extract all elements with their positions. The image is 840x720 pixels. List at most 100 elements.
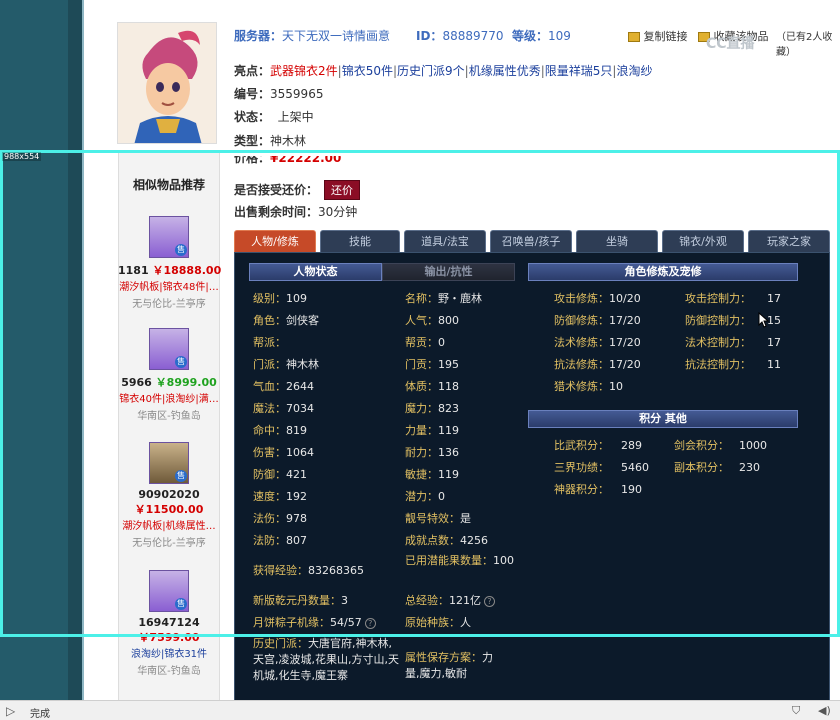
stat-zongzi: 月饼粽子机缘：54/57? xyxy=(253,614,376,630)
cult-hunting: 猎术修炼：10 xyxy=(554,380,623,393)
similar-item[interactable]: 售 1181 ￥18888.00 潮汐帆板|锦衣48件|… 无与伦比-兰亭序 xyxy=(118,216,221,310)
status-text: 完成 xyxy=(30,709,50,720)
stat-speed: 速度：192 xyxy=(253,490,307,503)
cult-defense: 防御修炼：17/20 xyxy=(554,314,641,327)
similar-item[interactable]: 售 90902020 ￥11500.00 潮汐帆板|机缘属性… 无与伦比-兰亭序 xyxy=(118,442,220,549)
tab-mounts[interactable]: 坐骑 xyxy=(576,230,658,252)
stat-role: 角色：剑侠客 xyxy=(253,314,319,327)
stat-defense: 防御：421 xyxy=(253,468,307,481)
mouse-cursor xyxy=(758,311,770,331)
character-portrait xyxy=(117,22,217,144)
similar-item[interactable]: 售 16947124 ￥7599.00 浪淘纱|锦衣31件 华南区-钓鱼岛 xyxy=(118,570,220,677)
code-row: 编号：3559965 xyxy=(234,87,324,101)
highlight-link[interactable]: 机缘属性优秀 xyxy=(469,64,541,78)
bargain-row: 是否接受还价： 还价 xyxy=(234,180,361,200)
copy-link[interactable]: 复制链接 xyxy=(628,28,688,44)
cult-magic-control: 法术控制力： 17 xyxy=(685,336,781,349)
stat-school: 门派：神木林 xyxy=(253,358,319,371)
stat-guild-contribution: 帮贡：0 xyxy=(405,336,445,349)
stat-history-schools: 历史门派：大唐官府,神木林,天宫,凌波城,花果山,方寸山,天机城,化生寺,魔王寨 xyxy=(253,637,399,682)
points-artifact: 神器积分： 190 xyxy=(554,483,642,496)
detail-tabs: 人物/修炼 技能 道具/法宝 召唤兽/孩子 坐骑 锦衣/外观 玩家之家 xyxy=(234,230,830,252)
stat-magic-defense: 法防：807 xyxy=(253,534,307,547)
stat-constitution: 体质：118 xyxy=(405,380,459,393)
help-icon[interactable]: ? xyxy=(484,595,495,607)
stat-magic-damage: 法伤：978 xyxy=(253,512,307,525)
highlights-row: 亮点：武器锦衣2件|锦衣50件|历史门派9个|机缘属性优秀|限量祥瑞5只|浪淘纱 xyxy=(234,64,653,78)
stat-name: 名称：野・鹿林 xyxy=(405,292,482,305)
cult-resist: 抗法修炼：17/20 xyxy=(554,358,641,371)
points-dungeon: 副本积分： 230 xyxy=(674,461,760,474)
highlight-link[interactable]: 限量祥瑞5只 xyxy=(545,64,613,78)
similar-item-thumbnail[interactable]: 售 xyxy=(149,570,189,612)
bargain-button[interactable]: 还价 xyxy=(324,180,361,200)
stat-mp: 魔法：7034 xyxy=(253,402,314,415)
stat-school-contribution: 门贡：195 xyxy=(405,358,459,371)
price-row: 价格：¥22222.00 xyxy=(234,156,342,164)
tab-outfits[interactable]: 锦衣/外观 xyxy=(662,230,744,252)
similar-title: 相似物品推荐 xyxy=(132,178,205,192)
cult-attack: 攻击修炼：10/20 xyxy=(554,292,641,305)
shield-icon[interactable]: ⛉ xyxy=(792,704,800,718)
similar-item-thumbnail[interactable]: 售 xyxy=(149,442,189,484)
points-merit: 三界功绩： 5460 xyxy=(554,461,649,474)
section-char-status[interactable]: 人物状态 xyxy=(249,263,382,281)
section-points: 积分 其他 xyxy=(528,410,798,428)
cult-magic: 法术修炼：17/20 xyxy=(554,336,641,349)
capture-size-label: 988x554 xyxy=(2,152,42,161)
section-output-resist[interactable]: 输出/抗性 xyxy=(382,263,515,281)
sell-badge: 售 xyxy=(175,470,187,482)
sell-badge: 售 xyxy=(175,356,187,368)
play-icon[interactable]: ▷ xyxy=(6,704,15,718)
highlight-link[interactable]: 锦衣50件 xyxy=(342,64,393,78)
highlight-link[interactable]: 武器锦衣2件 xyxy=(270,64,338,78)
speaker-icon[interactable]: ◀) xyxy=(818,704,831,717)
left-scroll-strip xyxy=(68,0,84,700)
tab-summons[interactable]: 召唤兽/孩子 xyxy=(490,230,572,252)
tab-items[interactable]: 道具/法宝 xyxy=(404,230,486,252)
stat-level: 级别：109 xyxy=(253,292,307,305)
stat-potential: 潜力：0 xyxy=(405,490,445,503)
cult-resist-control: 抗法控制力： 11 xyxy=(685,358,781,371)
tab-home[interactable]: 玩家之家 xyxy=(748,230,830,252)
stat-magic: 魔力：823 xyxy=(405,402,459,415)
status-row: 状态： 上架中 xyxy=(234,110,314,124)
stat-achievement: 成就点数：4256 xyxy=(405,534,488,547)
stat-agility: 敏捷：119 xyxy=(405,468,459,481)
highlight-link[interactable]: 浪淘纱 xyxy=(616,64,652,78)
left-background-strip xyxy=(0,0,68,700)
stat-damage: 伤害：1064 xyxy=(253,446,314,459)
stat-guild: 帮派： xyxy=(253,336,286,349)
level-info: 等级：109 xyxy=(512,29,571,43)
points-sword: 剑会积分： 1000 xyxy=(674,439,767,452)
tab-skills[interactable]: 技能 xyxy=(320,230,400,252)
stat-race: 原始种族：人 xyxy=(405,616,471,629)
stat-qiankun: 新版乾元丹数量：3 xyxy=(253,594,348,607)
sell-badge: 售 xyxy=(175,598,187,610)
tab-character[interactable]: 人物/修炼 xyxy=(234,230,316,252)
help-icon[interactable]: ? xyxy=(364,617,376,629)
stat-total-exp: 总经验：121亿? xyxy=(405,592,495,608)
stat-potential-fruit: 已用潜能果数量：100 xyxy=(405,554,514,567)
section-cultivation: 角色修炼及宠修 xyxy=(528,263,798,281)
stat-endurance: 耐力：136 xyxy=(405,446,459,459)
stat-special-id: 靓号特效：是 xyxy=(405,512,471,525)
similar-item-thumbnail[interactable]: 售 xyxy=(149,328,189,370)
stat-experience: 获得经验：83268365 xyxy=(253,564,364,577)
sell-badge: 售 xyxy=(175,244,187,256)
similar-item[interactable]: 售 5966 ￥8999.00 锦衣40件|浪淘纱|满… 华南区-钓鱼岛 xyxy=(118,328,220,422)
id-info: ID：88889770 xyxy=(416,29,504,43)
stat-hp: 气血：2644 xyxy=(253,380,314,393)
type-row: 类型：神木林 xyxy=(234,134,307,148)
server-info: 服务器：天下无双一诗情画意 xyxy=(234,29,391,43)
stat-popularity: 人气：800 xyxy=(405,314,459,327)
cult-attack-control: 攻击控制力： 17 xyxy=(685,292,781,305)
copy-icon xyxy=(628,32,640,42)
stat-hit: 命中：819 xyxy=(253,424,307,437)
points-pvp: 比武积分： 289 xyxy=(554,439,642,452)
status-bar: ▷ 完成 ⛉ ◀) xyxy=(0,700,840,720)
similar-item-thumbnail[interactable]: 售 xyxy=(149,216,189,258)
collect-count: （已有2人收藏） xyxy=(776,32,833,58)
highlight-link[interactable]: 历史门派9个 xyxy=(397,64,465,78)
stat-attr-plan: 属性保存方案：力量,魔力,敏耐 xyxy=(405,651,493,680)
